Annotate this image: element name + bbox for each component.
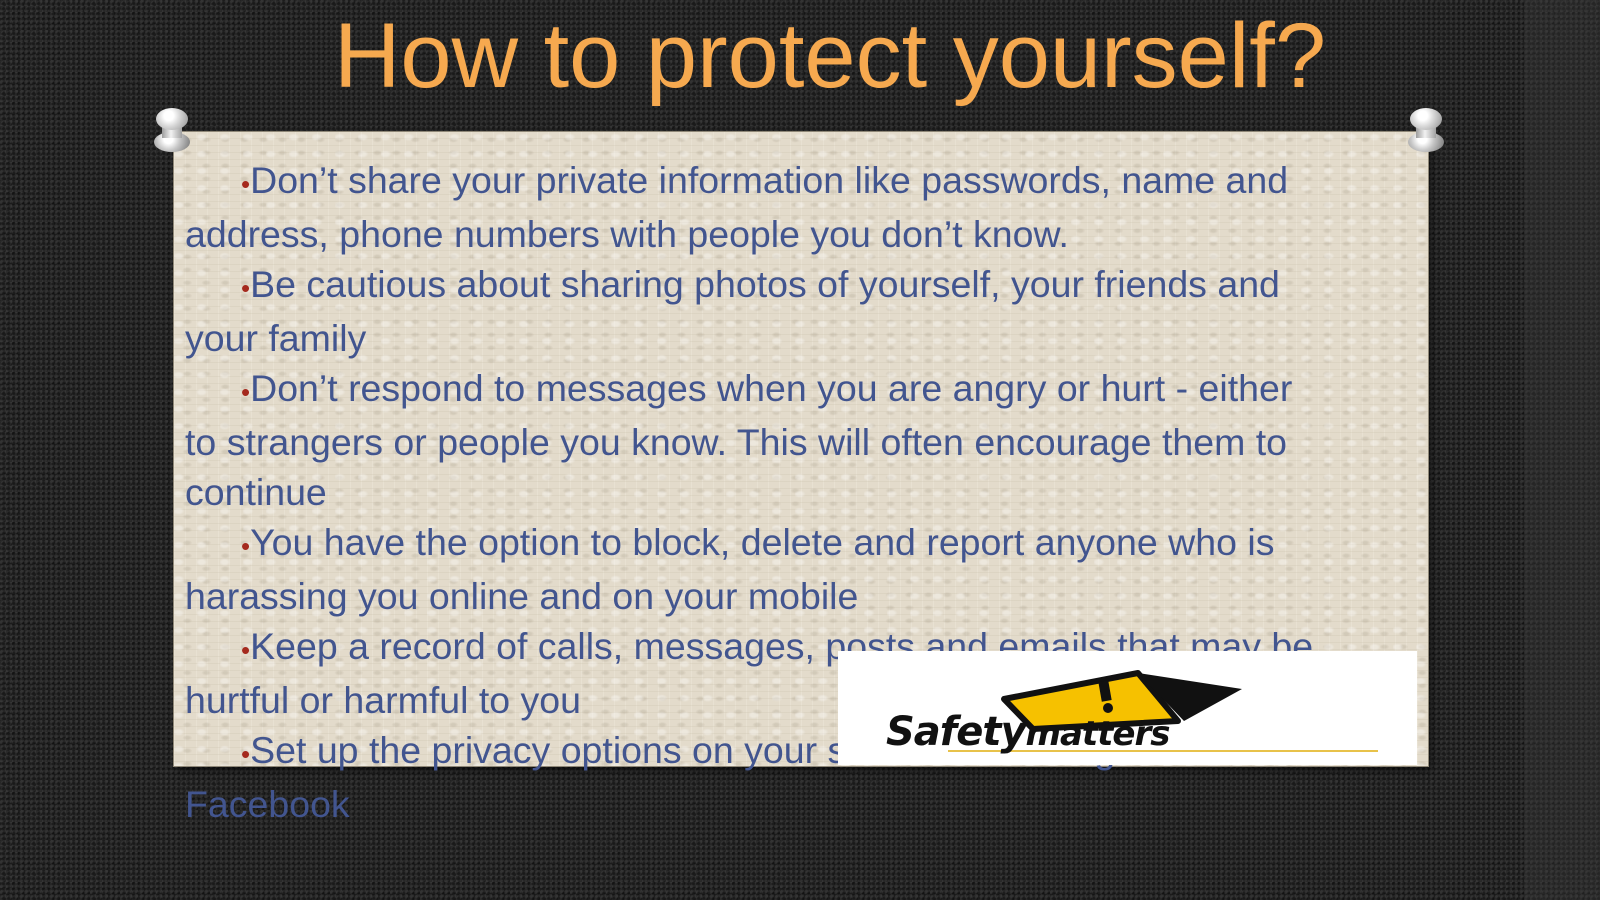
logo-wordmark: Safetymatters	[886, 709, 1171, 755]
safety-matters-logo: Safetymatters	[838, 651, 1417, 765]
bullet-marker: •	[241, 739, 251, 769]
list-item: •Be cautious about sharing photos of you…	[185, 259, 1315, 363]
bullet-marker: •	[241, 635, 251, 665]
list-item-text: Don’t share your private information lik…	[185, 159, 1289, 255]
list-item: •You have the option to block, delete an…	[185, 517, 1315, 621]
thumbtack-right-icon	[1408, 108, 1444, 152]
bullet-marker: •	[241, 169, 251, 199]
bullet-marker: •	[241, 273, 251, 303]
list-item: •Don’t share your private information li…	[185, 155, 1315, 259]
thumbtack-left-icon	[154, 108, 190, 152]
bullet-marker: •	[241, 531, 251, 561]
logo-word-safety: Safety	[886, 709, 1027, 755]
slide-title: How to protect yourself?	[333, 5, 1326, 107]
list-item-text: Don’t respond to messages when you are a…	[185, 367, 1293, 513]
logo-word-matters: matters	[1025, 714, 1171, 754]
list-item-text: You have the option to block, delete and…	[185, 521, 1275, 617]
list-item-text: Be cautious about sharing photos of your…	[185, 263, 1280, 359]
list-item: •Don’t respond to messages when you are …	[185, 363, 1315, 517]
bullet-marker: •	[241, 377, 251, 407]
background-side-strip	[1524, 0, 1600, 900]
